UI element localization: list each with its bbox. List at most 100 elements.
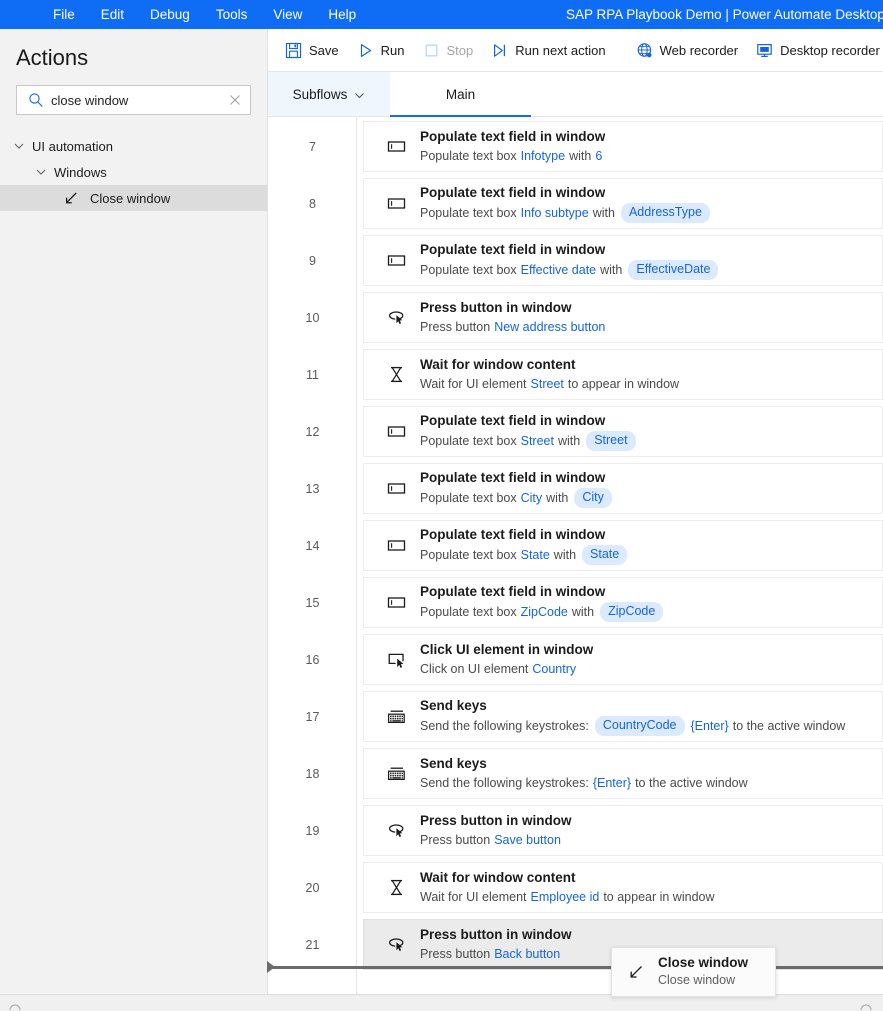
drag-ghost-subtitle: Close window: [658, 973, 736, 988]
action-card[interactable]: Populate text field in window Populate te…: [363, 520, 883, 571]
action-param-link: Street: [530, 377, 564, 392]
action-card[interactable]: Wait for window content Wait for UI eleme…: [363, 349, 883, 400]
action-param-link: Save button: [494, 833, 561, 848]
action-description: Press button New address button: [420, 318, 605, 336]
action-card[interactable]: Send keys Send the following keystrokes:{…: [363, 748, 883, 799]
press-button-icon: [386, 934, 407, 955]
action-text: Populate text box: [420, 548, 517, 563]
action-param-link: State: [520, 548, 550, 563]
menu-item-debug[interactable]: Debug: [137, 3, 203, 26]
action-description: Wait for UI element Employee id to appear …: [420, 888, 715, 906]
flow-designer: Save Run Stop Run next action Web record…: [268, 29, 883, 994]
flow-toolbar: Save Run Stop Run next action Web record…: [268, 29, 883, 72]
menu-item-view[interactable]: View: [260, 3, 315, 26]
run-next-action-button[interactable]: Run next action: [482, 35, 614, 65]
menu-item-help[interactable]: Help: [315, 3, 369, 26]
title-bar: File Edit Debug Tools View Help SAP RPA Playb…: [0, 0, 883, 29]
action-row[interactable]: 12 Populate text field in window Populate …: [268, 403, 883, 460]
action-card[interactable]: Populate text field in window Populate te…: [363, 235, 883, 286]
action-text: Send the following keystrokes:: [420, 776, 589, 791]
action-row[interactable]: 19 Press button in window Press button Save…: [268, 802, 883, 859]
clear-search-icon[interactable]: [227, 92, 243, 108]
action-row[interactable]: 8 Populate text field in window Populate t…: [268, 175, 883, 232]
action-row-number: 13: [305, 481, 320, 496]
action-text: Press button: [420, 320, 491, 335]
action-row[interactable]: 14 Populate text field in window Populate …: [268, 517, 883, 574]
action-card[interactable]: Populate text field in window Populate te…: [363, 463, 883, 514]
action-card[interactable]: Click UI element in window Click on UI el…: [363, 634, 883, 685]
action-title: Populate text field in window: [420, 413, 606, 429]
action-row[interactable]: 18 Send keys Send the following keystrokes…: [268, 745, 883, 802]
action-title: Send keys: [420, 755, 487, 771]
action-row[interactable]: 10 Press button in window Press button New …: [268, 289, 883, 346]
run-button[interactable]: Run: [348, 35, 414, 65]
action-row[interactable]: 16 Click UI element in window Click on UI …: [268, 631, 883, 688]
action-row-number: 11: [306, 367, 319, 382]
action-row-number: 18: [305, 766, 320, 781]
action-row[interactable]: 7 Populate text field in window Populate t…: [268, 118, 883, 175]
actions-tree: UI automation Windows Close window: [0, 133, 267, 211]
action-row[interactable]: 9 Populate text field in window Populate t…: [268, 232, 883, 289]
chevron-down-icon[interactable]: [34, 165, 48, 179]
action-row-number: 21: [305, 937, 320, 952]
close-window-icon: [62, 189, 80, 207]
save-button-label: Save: [309, 42, 339, 58]
action-text: with: [546, 491, 569, 506]
textbox-icon: [386, 478, 407, 499]
menu-item-tools[interactable]: Tools: [203, 3, 261, 26]
action-row[interactable]: 20 Wait for window content Wait for UI ele…: [268, 859, 883, 916]
tree-item-windows[interactable]: Windows: [0, 159, 267, 185]
tree-item-ui-automation[interactable]: UI automation: [0, 133, 267, 159]
action-description: Populate text box State with State: [420, 545, 629, 565]
action-title: Populate text field in window: [420, 185, 606, 201]
action-row-number: 7: [309, 139, 316, 154]
action-row[interactable]: 21 Press button in window Press button Back…: [268, 916, 883, 973]
action-title: Wait for window content: [420, 869, 576, 885]
action-description: Populate text box Info subtype with Address…: [420, 203, 712, 223]
action-row[interactable]: 15 Populate text field in window Populate …: [268, 574, 883, 631]
tab-subflows[interactable]: Subflows: [268, 72, 390, 116]
action-description: Populate text box Street with Street: [420, 431, 638, 451]
action-title: Wait for window content: [420, 356, 576, 372]
textbox-icon: [386, 250, 407, 271]
action-row-number: 16: [305, 652, 320, 667]
step-over-icon: [491, 42, 508, 59]
desktop-recorder-button[interactable]: Desktop recorder: [747, 35, 883, 65]
menu-item-file[interactable]: File: [40, 3, 88, 26]
stop-button[interactable]: Stop: [414, 35, 483, 65]
action-variable-chip: EffectiveDate: [628, 260, 719, 280]
action-text: Populate text box: [420, 605, 517, 620]
actions-search-box[interactable]: [16, 85, 251, 115]
action-text: Press button: [420, 947, 491, 962]
action-title: Populate text field in window: [420, 584, 606, 600]
action-param-link: ZipCode: [520, 605, 568, 620]
tree-item-close-window[interactable]: Close window: [0, 185, 267, 211]
action-card[interactable]: Press button in window Press button Save b…: [363, 805, 883, 856]
search-input[interactable]: [51, 92, 227, 108]
action-text: Click on UI element: [420, 662, 529, 677]
hourglass-icon: [386, 364, 407, 385]
action-row[interactable]: 13 Populate text field in window Populate …: [268, 460, 883, 517]
tabbar-filler: [531, 72, 883, 116]
action-row[interactable]: 17 Send keys Send the following keystrokes…: [268, 688, 883, 745]
save-button[interactable]: Save: [276, 35, 348, 65]
action-row-number: 14: [305, 538, 320, 553]
action-card[interactable]: Press button in window Press button New ad…: [363, 292, 883, 343]
action-text: with: [569, 149, 592, 164]
action-card[interactable]: Populate text field in window Populate te…: [363, 121, 883, 172]
action-text: to the active window: [732, 719, 846, 734]
action-card[interactable]: Wait for window content Wait for UI eleme…: [363, 862, 883, 913]
menu-item-edit[interactable]: Edit: [88, 3, 137, 26]
action-text: to appear in window: [567, 377, 680, 392]
action-card[interactable]: Populate text field in window Populate te…: [363, 406, 883, 457]
flow-canvas[interactable]: 7 Populate text field in window Populate t…: [268, 118, 883, 994]
action-row[interactable]: 11 Wait for window content Wait for UI ele…: [268, 346, 883, 403]
chevron-down-icon[interactable]: [12, 139, 26, 153]
action-description: Populate text box Effective date with Effec…: [420, 260, 720, 280]
tab-main[interactable]: Main: [390, 72, 531, 117]
web-recorder-button[interactable]: Web recorder: [627, 35, 748, 65]
action-card[interactable]: Populate text field in window Populate te…: [363, 178, 883, 229]
action-card[interactable]: Populate text field in window Populate te…: [363, 577, 883, 628]
action-card[interactable]: Send keys Send the following keystrokes: C…: [363, 691, 883, 742]
action-text: Press button: [420, 833, 491, 848]
